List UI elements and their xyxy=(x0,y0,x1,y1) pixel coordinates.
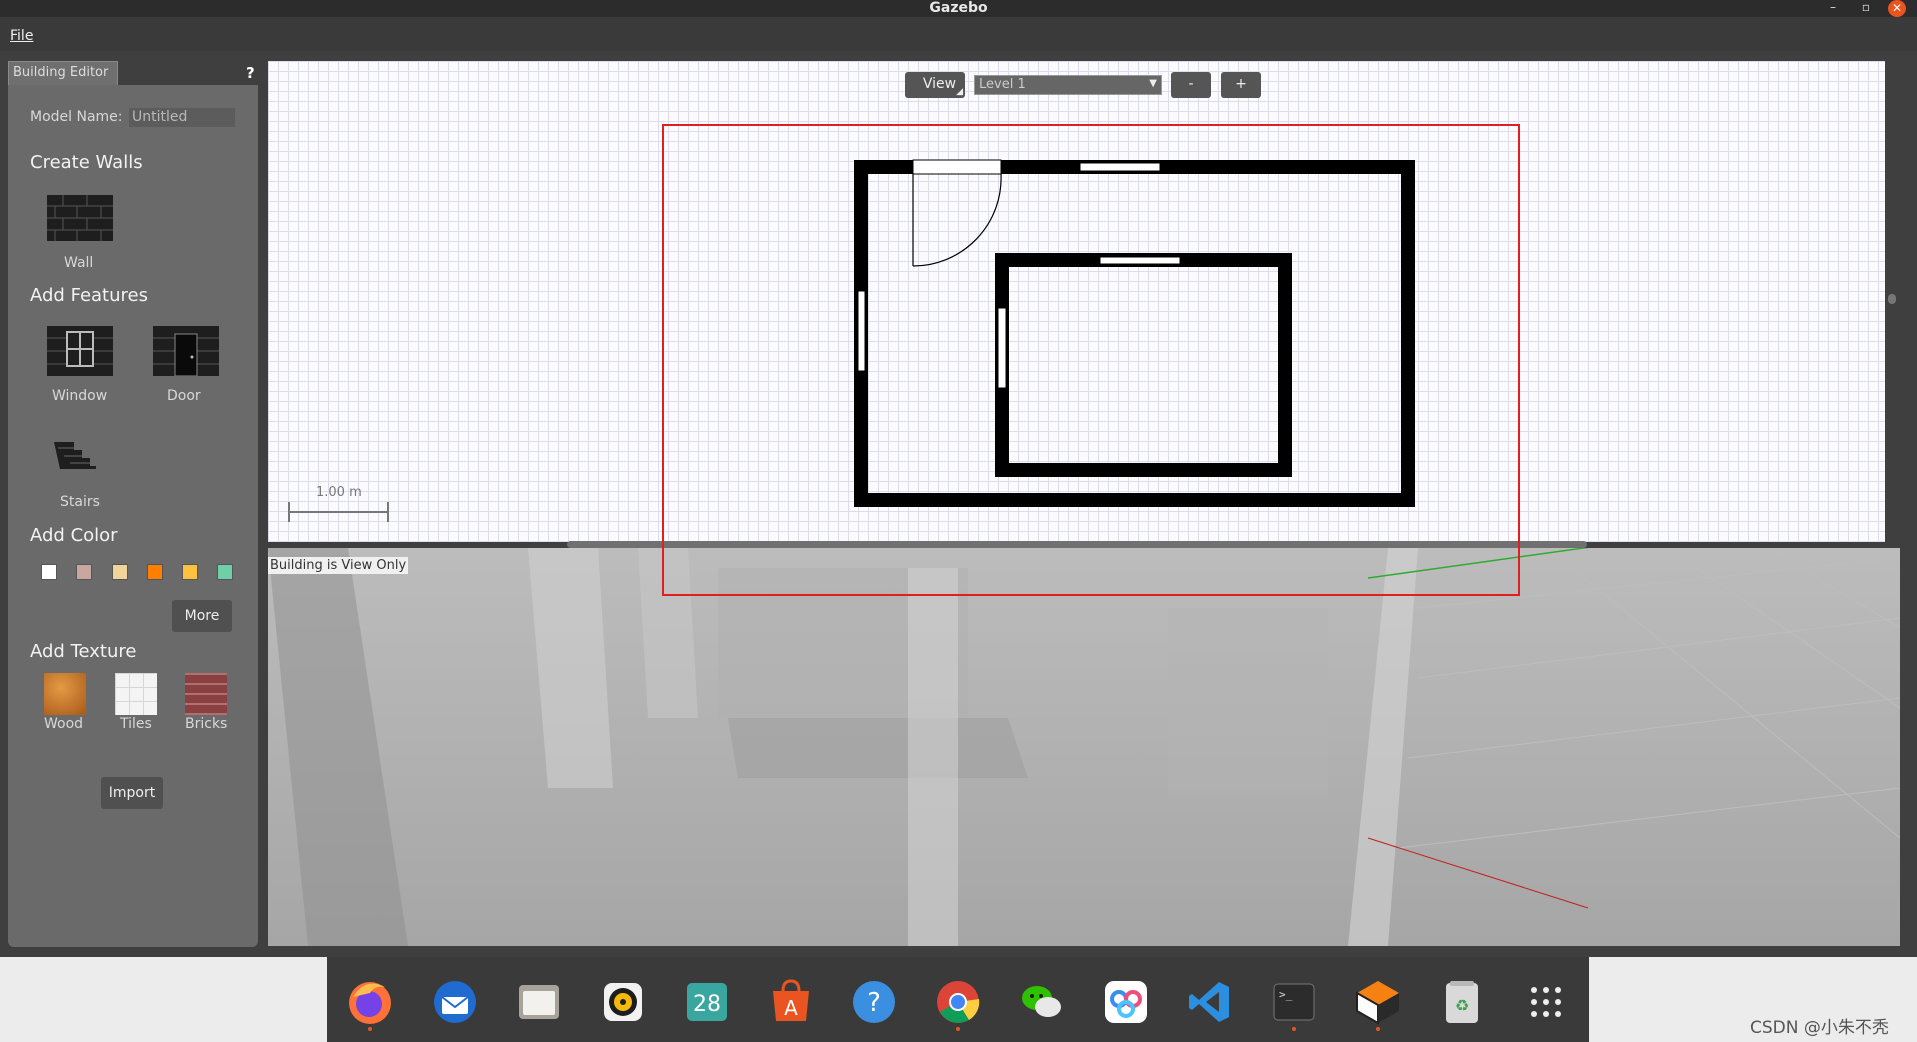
model-name-label: Model Name: xyxy=(30,109,123,125)
import-button[interactable]: Import xyxy=(101,777,163,809)
color-swatch[interactable] xyxy=(41,564,57,580)
level-select[interactable]: Level 1 ▼ xyxy=(974,75,1162,95)
app-grid-icon[interactable] xyxy=(1521,977,1571,1027)
calendar-icon[interactable]: 28 xyxy=(682,977,732,1027)
tiles-label: Tiles xyxy=(120,716,152,732)
wall-label: Wall xyxy=(64,255,94,271)
door-tool-icon[interactable] xyxy=(153,326,219,376)
vertical-scrollbar[interactable] xyxy=(1888,294,1896,304)
running-indicator xyxy=(1376,1027,1380,1031)
running-indicator xyxy=(1292,1027,1296,1031)
help-icon[interactable]: ? xyxy=(849,977,899,1027)
title-bar: Gazebo – ▫ ✕ xyxy=(0,0,1917,17)
firefox-icon[interactable] xyxy=(345,977,395,1027)
3d-viewport[interactable] xyxy=(268,548,1900,946)
view-dropdown-button[interactable]: View ◢ xyxy=(905,72,965,98)
rhythmbox-icon[interactable] xyxy=(598,977,648,1027)
files-icon[interactable] xyxy=(514,977,564,1027)
view-button-label: View xyxy=(922,76,957,92)
gazebo-icon[interactable] xyxy=(1353,977,1403,1027)
color-swatch[interactable] xyxy=(182,564,198,580)
watermark: CSDN @小朱不秃 xyxy=(1750,1018,1889,1038)
wood-label: Wood xyxy=(44,716,84,732)
trash-icon[interactable]: ♻ xyxy=(1437,977,1487,1027)
window-label: Window xyxy=(52,388,108,404)
scale-bar xyxy=(288,502,389,522)
tiles-texture-swatch[interactable] xyxy=(115,673,157,715)
color-swatch[interactable] xyxy=(112,564,128,580)
highlight-rectangle xyxy=(662,124,1520,596)
level-select-value: Level 1 xyxy=(979,77,1026,92)
view-only-notice: Building is View Only xyxy=(268,557,409,574)
add-level-button[interactable]: + xyxy=(1221,72,1261,98)
chevron-down-icon: ▼ xyxy=(1149,78,1157,89)
baidu-netdisk-icon[interactable] xyxy=(1101,977,1151,1027)
minimize-button[interactable]: – xyxy=(1822,0,1844,16)
thunderbird-icon[interactable] xyxy=(430,977,480,1027)
wechat-icon[interactable] xyxy=(1017,977,1067,1027)
scale-label: 1.00 m xyxy=(316,485,362,500)
vscode-icon[interactable] xyxy=(1185,977,1235,1027)
terminal-icon[interactable]: >_ xyxy=(1269,977,1319,1027)
wood-texture-swatch[interactable] xyxy=(44,673,86,715)
color-swatch[interactable] xyxy=(217,564,233,580)
software-center-icon[interactable]: A xyxy=(766,977,816,1027)
bricks-texture-swatch[interactable] xyxy=(185,673,227,715)
create-walls-heading: Create Walls xyxy=(30,152,143,173)
add-features-heading: Add Features xyxy=(30,285,148,306)
more-colors-button[interactable]: More xyxy=(172,600,232,632)
door-label: Door xyxy=(167,388,201,404)
add-color-heading: Add Color xyxy=(30,525,118,546)
menu-bar: File xyxy=(0,17,1917,51)
model-name-input[interactable]: Untitled xyxy=(129,108,235,127)
stairs-tool-icon[interactable] xyxy=(52,440,98,470)
running-indicator xyxy=(368,1027,372,1031)
svg-text:A: A xyxy=(784,996,798,1020)
calendar-day: 28 xyxy=(693,992,721,1017)
close-button[interactable]: ✕ xyxy=(1888,0,1906,17)
stairs-label: Stairs xyxy=(60,494,100,510)
dropdown-corner-icon: ◢ xyxy=(956,87,963,97)
help-button[interactable]: ? xyxy=(246,64,255,82)
running-indicator xyxy=(956,1027,960,1031)
color-swatch[interactable] xyxy=(147,564,163,580)
wall-tool-icon[interactable] xyxy=(47,195,113,241)
maximize-button[interactable]: ▫ xyxy=(1855,0,1877,16)
bricks-label: Bricks xyxy=(185,716,228,732)
svg-text:?: ? xyxy=(867,988,881,1018)
window-title: Gazebo xyxy=(929,0,988,16)
building-editor-panel xyxy=(8,85,258,947)
svg-text:>_: >_ xyxy=(1279,988,1293,1001)
chrome-icon[interactable] xyxy=(933,977,983,1027)
svg-text:♻: ♻ xyxy=(1455,996,1469,1015)
remove-level-button[interactable]: - xyxy=(1171,72,1211,98)
3d-scene xyxy=(268,548,1900,946)
window-tool-icon[interactable] xyxy=(47,326,113,376)
menu-file[interactable]: File xyxy=(10,28,33,44)
tab-building-editor[interactable]: Building Editor xyxy=(8,61,118,85)
color-swatch[interactable] xyxy=(76,564,92,580)
add-texture-heading: Add Texture xyxy=(30,641,137,662)
